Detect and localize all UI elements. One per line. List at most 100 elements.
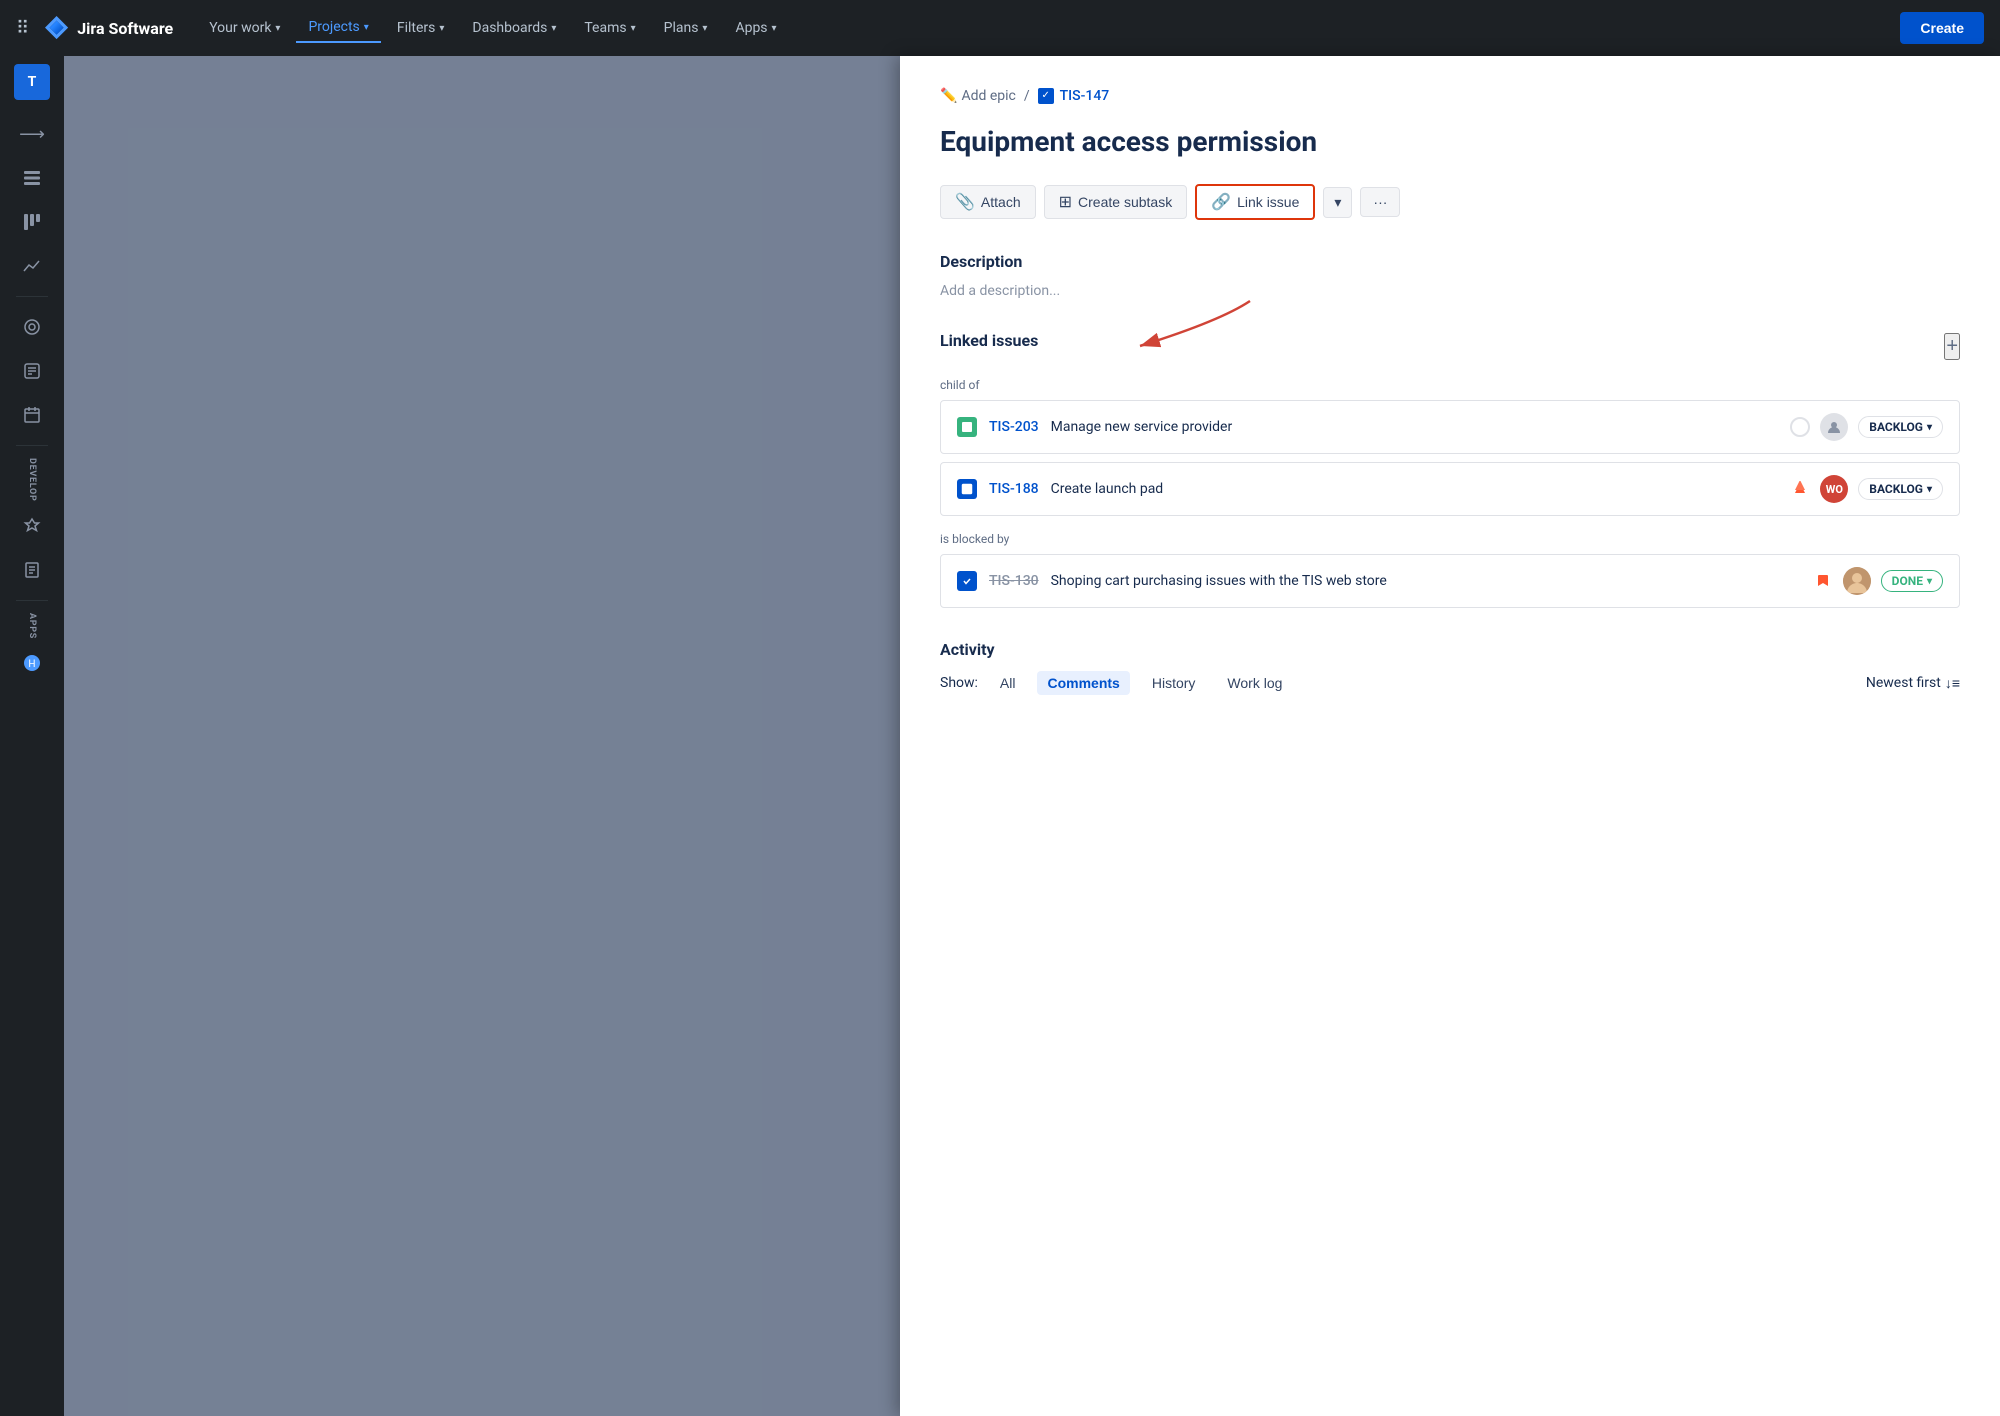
navbar-logo: Jira Software [45,16,173,40]
status-badge-tis130[interactable]: DONE ▾ [1881,570,1943,592]
nav-plans[interactable]: Plans ▾ [652,14,720,42]
navbar: ⠿ Jira Software Your work ▾ Projects ▾ F… [0,0,2000,56]
issue-type-subtask-icon [957,479,977,499]
subtask-icon: ⊞ [1059,192,1072,212]
issue-summary-tis203: Manage new service provider [1051,419,1779,435]
sidebar-divider-3 [16,600,48,601]
nav-your-work[interactable]: Your work ▾ [197,14,292,42]
activity-show-row: Show: All Comments History Work log Newe… [940,671,1960,695]
link-icon: 🔗 [1211,192,1231,212]
sidebar-item-hierarchy[interactable]: H [12,643,52,683]
child-of-label: child of [940,378,1960,392]
table-row[interactable]: TIS-203 Manage new service provider BACK… [940,400,1960,454]
sidebar-item-issues[interactable] [12,351,52,391]
filter-all-button[interactable]: All [990,671,1026,695]
attach-button[interactable]: 📎 Attach [940,185,1036,219]
attach-icon: 📎 [955,192,975,212]
sidebar-item-project-pages[interactable] [12,550,52,590]
sidebar-item-calendar[interactable] [12,395,52,435]
issue-actions-tis203: BACKLOG ▾ [1790,413,1943,441]
sort-icon: ↓≡ [1945,675,1960,692]
issue-key-tis188[interactable]: TIS-188 [989,481,1039,497]
nav-teams[interactable]: Teams ▾ [572,14,647,42]
navbar-logo-text: Jira Software [77,19,173,38]
sidebar-item-goals[interactable] [12,307,52,347]
table-row[interactable]: TIS-188 Create launch pad WO BACKLOG ▾ [940,462,1960,516]
description-input[interactable]: Add a description... [940,283,1960,299]
breadcrumb-ticket-link[interactable]: ✓ TIS-147 [1038,88,1110,104]
nav-apps[interactable]: Apps ▾ [723,14,788,42]
filter-comments-button[interactable]: Comments [1037,671,1129,695]
more-actions-dropdown-button[interactable]: ▾ [1323,187,1352,218]
linked-issues-section: Linked issues + child of TIS-203 Manage … [940,331,1960,608]
create-subtask-button[interactable]: ⊞ Create subtask [1044,185,1188,219]
svg-text:H: H [28,659,35,670]
linked-issues-header: Linked issues + [940,331,1960,362]
sidebar-item-board[interactable] [12,202,52,242]
create-button[interactable]: Create [1900,12,1984,44]
jira-logo-icon [45,16,69,40]
status-badge-tis203[interactable]: BACKLOG ▾ [1858,416,1943,438]
chevron-down-icon: ▾ [1927,422,1932,433]
chevron-down-icon: ▾ [1927,576,1932,587]
priority-high-icon [1790,479,1810,499]
show-label: Show: [940,675,978,691]
sidebar-apps-label: APPS [27,613,37,639]
sidebar-item-releases[interactable] [12,506,52,546]
nav-links: Your work ▾ Projects ▾ Filters ▾ Dashboa… [197,13,1892,43]
chevron-down-icon: ▾ [1334,194,1341,211]
linked-issues-group-child-of: child of TIS-203 Manage new service prov… [940,378,1960,516]
sort-order[interactable]: Newest first ↓≡ [1866,675,1960,692]
modal-overlay: ✏️ Add epic / ✓ TIS-147 Equipment access… [64,56,2000,1416]
is-blocked-by-label: is blocked by [940,532,1960,546]
chevron-down-icon: ▾ [551,23,556,34]
breadcrumb: ✏️ Add epic / ✓ TIS-147 [940,88,1960,104]
priority-bookmark-icon [1813,571,1833,591]
chevron-down-icon: ▾ [631,23,636,34]
filter-history-button[interactable]: History [1142,671,1206,695]
activity-label: Activity [940,640,1960,659]
grid-icon[interactable]: ⠿ [16,18,29,39]
sidebar-item-backlog[interactable] [12,158,52,198]
issue-type-done-icon [957,571,977,591]
issue-key-tis203[interactable]: TIS-203 [989,419,1039,435]
sidebar-develop-label: DEVELOP [27,458,37,502]
nav-projects[interactable]: Projects ▾ [296,13,380,43]
status-badge-tis188[interactable]: BACKLOG ▾ [1858,478,1943,500]
chevron-down-icon: ▾ [364,22,369,33]
issue-status-indicator [1790,417,1810,437]
chevron-down-icon: ▾ [439,23,444,34]
activity-show-left: Show: All Comments History Work log [940,671,1292,695]
chevron-down-icon: ▾ [702,23,707,34]
action-buttons-bar: 📎 Attach ⊞ Create subtask 🔗 Link issue ▾… [940,184,1960,220]
avatar [1820,413,1848,441]
pencil-icon: ✏️ [940,88,957,104]
issue-title: Equipment access permission [940,124,1960,160]
sidebar: T ⟶ DEVELOP APPS H [0,56,64,1416]
sidebar-divider-2 [16,445,48,446]
issue-type-story-icon [957,417,977,437]
nav-filters[interactable]: Filters ▾ [385,14,457,42]
chevron-down-icon: ▾ [275,23,280,34]
linked-issues-title-wrapper: Linked issues [940,331,1038,362]
issue-key-tis130[interactable]: TIS-130 [989,573,1039,589]
avatar [1843,567,1871,595]
issue-detail-modal: ✏️ Add epic / ✓ TIS-147 Equipment access… [900,56,2000,1416]
ticket-type-icon: ✓ [1038,88,1054,104]
sidebar-item-reports[interactable] [12,246,52,286]
chevron-down-icon: ▾ [772,23,777,34]
activity-section: Activity Show: All Comments History Work… [940,640,1960,695]
filter-worklog-button[interactable]: Work log [1217,671,1292,695]
sidebar-project-avatar[interactable]: T [14,64,50,100]
link-issue-button[interactable]: 🔗 Link issue [1195,184,1315,220]
avatar: WO [1820,475,1848,503]
more-options-button[interactable]: ··· [1360,187,1400,217]
sidebar-divider [16,296,48,297]
linked-issues-group-blocked-by: is blocked by TIS-130 Shoping cart purch… [940,532,1960,608]
table-row[interactable]: TIS-130 Shoping cart purchasing issues w… [940,554,1960,608]
nav-dashboards[interactable]: Dashboards ▾ [460,14,568,42]
add-epic-link[interactable]: ✏️ Add epic [940,88,1016,104]
add-linked-issue-button[interactable]: + [1944,333,1960,360]
chevron-down-icon: ▾ [1927,484,1932,495]
sidebar-item-timeline[interactable]: ⟶ [12,114,52,154]
